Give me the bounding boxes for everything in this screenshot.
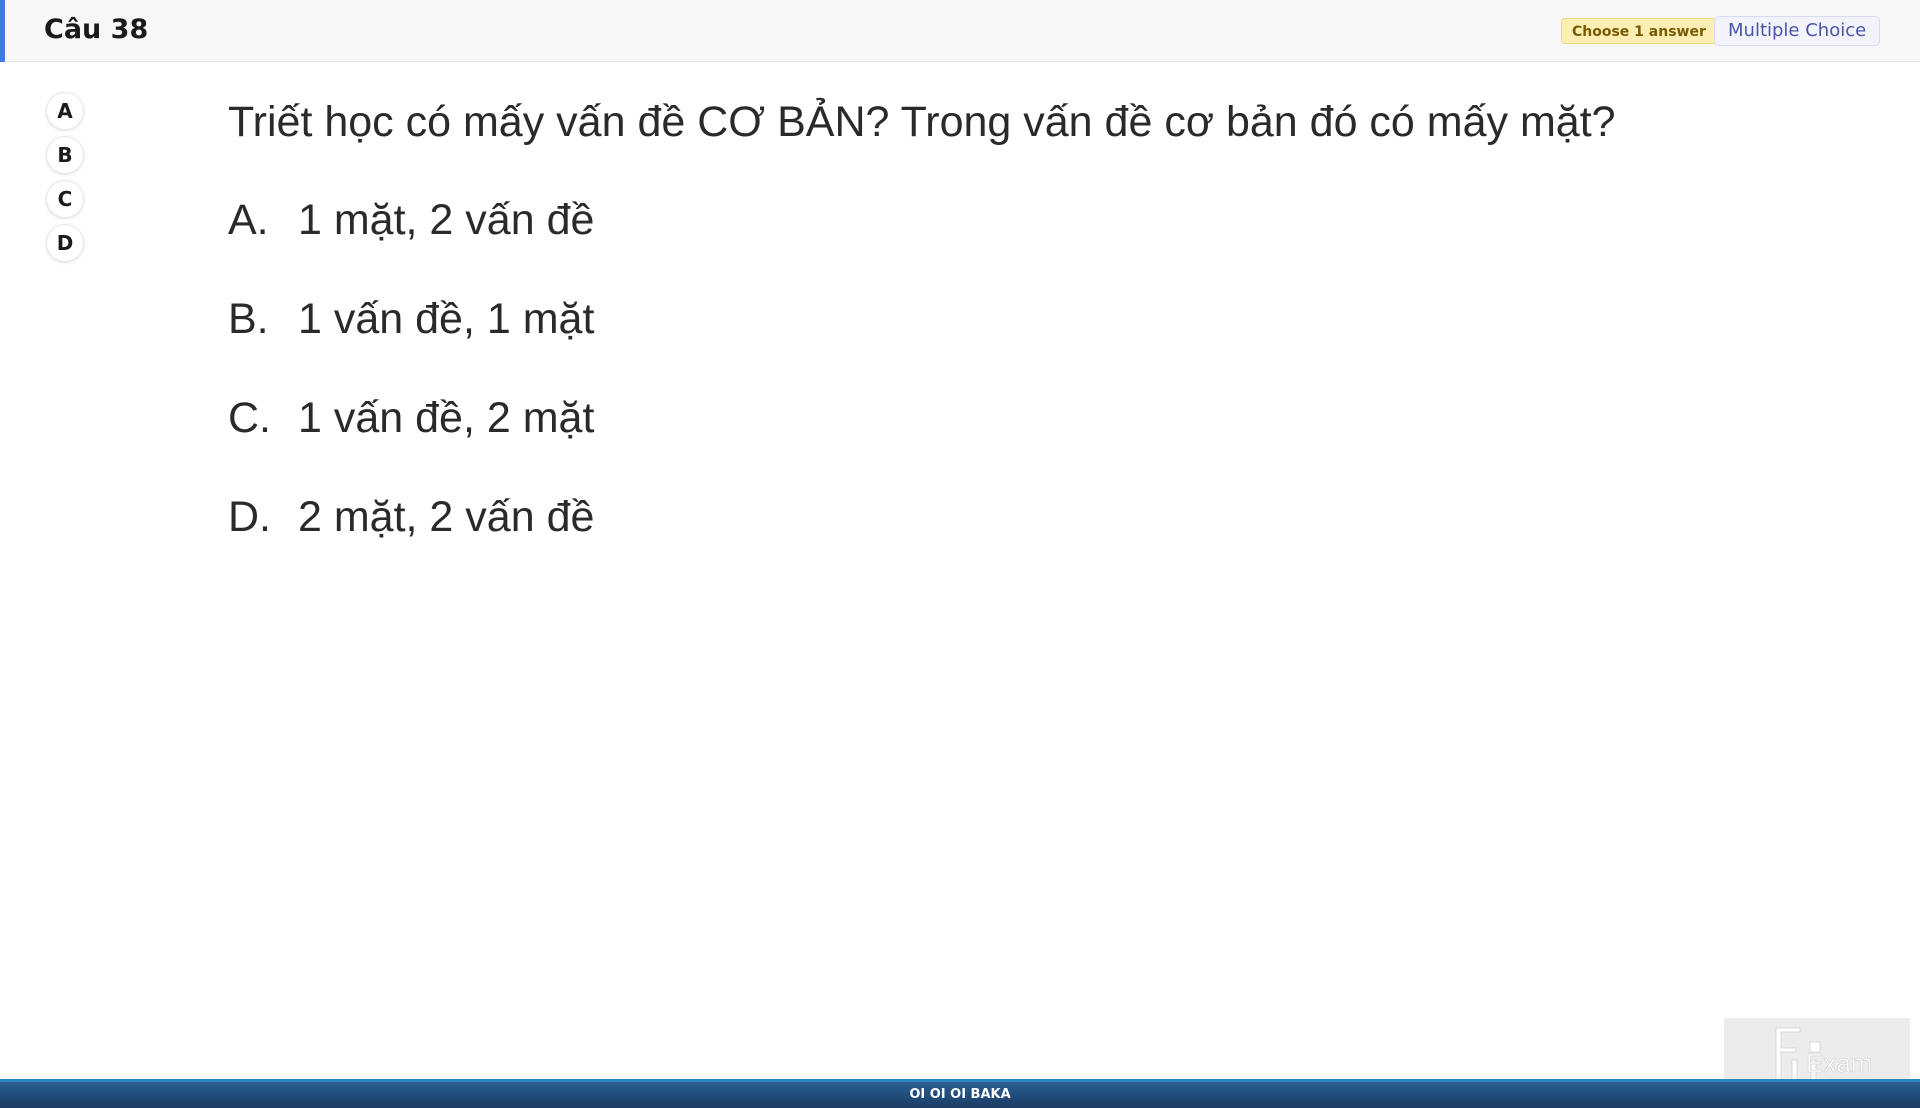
question-content: Triết học có mấy vấn đề CƠ BẢN? Trong vấ… xyxy=(228,96,1616,590)
option-button-b[interactable]: B xyxy=(46,136,84,174)
question-header: Câu 38 Choose 1 answer Multiple Choice xyxy=(0,0,1920,62)
header-accent-bar xyxy=(0,0,5,62)
answer-letter: B. xyxy=(228,295,269,343)
logo-text: Exam xyxy=(1806,1048,1872,1078)
answer-letter: D. xyxy=(228,493,271,541)
answer-text: 1 mặt, 2 vấn đề xyxy=(298,196,595,244)
choose-answer-badge: Choose 1 answer xyxy=(1561,18,1717,44)
option-button-d[interactable]: D xyxy=(46,224,84,262)
question-type-badge: Multiple Choice xyxy=(1714,16,1881,46)
question-number-title: Câu 38 xyxy=(44,14,149,45)
answer-choice-d: D. 2 mặt, 2 vấn đề xyxy=(228,491,1616,543)
answer-text: 1 vấn đề, 1 mặt xyxy=(298,295,595,343)
answer-choice-b: B. 1 vấn đề, 1 mặt xyxy=(228,293,1616,345)
answer-choice-c: C. 1 vấn đề, 2 mặt xyxy=(228,392,1616,444)
question-text: Triết học có mấy vấn đề CƠ BẢN? Trong vấ… xyxy=(228,98,1616,146)
answer-letter: A. xyxy=(228,196,269,244)
answer-option-buttons: A B C D xyxy=(46,92,86,268)
exam-page: Câu 38 Choose 1 answer Multiple Choice A… xyxy=(0,0,1920,1108)
footer-bar: OI OI OI BAKA xyxy=(0,1079,1920,1108)
answer-letter: C. xyxy=(228,394,271,442)
footer-text: OI OI OI BAKA xyxy=(909,1087,1011,1102)
option-button-c[interactable]: C xyxy=(46,180,84,218)
answer-text: 1 vấn đề, 2 mặt xyxy=(298,394,595,442)
option-button-a[interactable]: A xyxy=(46,92,84,130)
answer-text: 2 mặt, 2 vấn đề xyxy=(298,493,595,541)
answer-choice-a: A. 1 mặt, 2 vấn đề xyxy=(228,194,1616,246)
